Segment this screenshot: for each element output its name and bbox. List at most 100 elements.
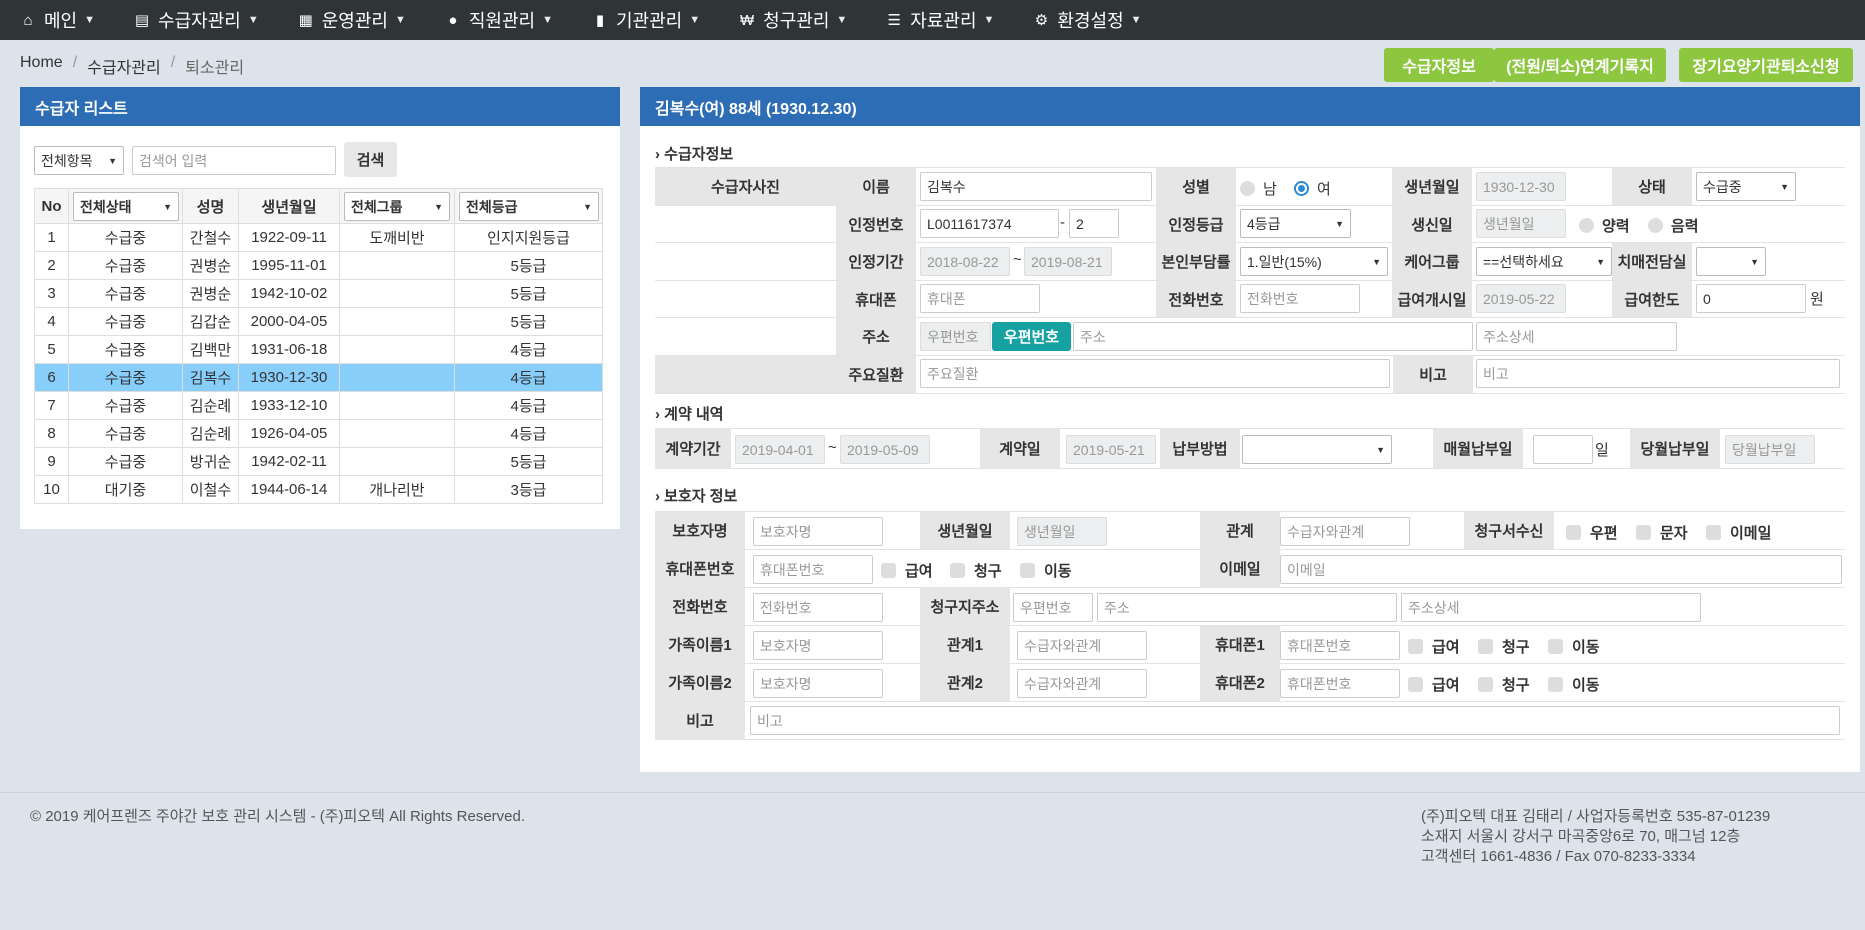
breadcrumb-home[interactable]: Home — [20, 54, 63, 78]
zip-input[interactable]: 우편번호 — [920, 322, 991, 351]
family2-pay-checkbox[interactable]: 급여 — [1408, 674, 1460, 695]
state-select[interactable]: 수급중 ▼ — [1696, 172, 1796, 201]
solar-radio[interactable]: 양력 — [1579, 215, 1630, 236]
family2-name-input[interactable]: 보호자명 — [753, 669, 883, 698]
contract-to-input[interactable]: 2019-05-09 — [840, 435, 930, 464]
cert-from-input[interactable]: 2018-08-22 — [920, 247, 1010, 276]
guardian-move-checkbox[interactable]: 이동 — [1020, 560, 1072, 581]
relation2-input[interactable]: 수급자와관계 — [1017, 669, 1147, 698]
zip-search-button[interactable]: 우편번호 — [992, 322, 1071, 351]
address-detail-input[interactable]: 주소상세 — [1476, 322, 1677, 351]
guardian-birth-input[interactable]: 생년월일 — [1017, 517, 1107, 546]
transfer-record-button[interactable]: (전원/퇴소)연계기록지 — [1494, 48, 1666, 82]
section-label: 보호자 정보 — [664, 488, 738, 505]
table-row[interactable]: 1 수급중 간철수 1922-09-11 도깨비반 인지지원등급 — [34, 223, 603, 252]
bill-email-checkbox[interactable]: 이메일 — [1706, 522, 1771, 543]
cert-no-input[interactable]: L0011617374 — [920, 209, 1059, 238]
guardian-pay-checkbox[interactable]: 급여 — [881, 560, 933, 581]
billing-zip-input[interactable]: 우편번호 — [1013, 593, 1093, 622]
nav-settings[interactable]: ⚙ 환경설정 ▼ — [1013, 0, 1160, 40]
table-row[interactable]: 10 대기중 이철수 1944-06-14 개나리반 3등급 — [34, 475, 603, 504]
nav-data[interactable]: ☰ 자료관리 ▼ — [866, 0, 1013, 40]
nav-recipient[interactable]: ▤ 수급자관리 ▼ — [114, 0, 278, 40]
cert-no2-input[interactable]: 2 — [1069, 209, 1119, 238]
breadcrumb-section[interactable]: 수급자관리 — [87, 54, 161, 78]
family2-move-checkbox[interactable]: 이동 — [1548, 674, 1600, 695]
checkbox-box — [950, 563, 965, 578]
cell-grade: 5등급 — [454, 307, 603, 336]
billing-address-input[interactable]: 주소 — [1097, 593, 1397, 622]
table-row[interactable]: 3 수급중 권병순 1942-10-02 5등급 — [34, 279, 603, 308]
limit-input[interactable]: 0 — [1696, 284, 1806, 313]
label-contract-period: 계약기간 — [655, 429, 731, 468]
col-status-filter[interactable]: 전체상태 ▼ — [68, 188, 183, 224]
gender-female-radio[interactable]: 여 — [1294, 178, 1331, 199]
family1-claim-checkbox[interactable]: 청구 — [1478, 636, 1530, 657]
label-limit: 급여한도 — [1612, 281, 1692, 317]
family1-move-checkbox[interactable]: 이동 — [1548, 636, 1600, 657]
table-row[interactable]: 4 수급중 김갑순 2000-04-05 5등급 — [34, 307, 603, 336]
search-field-select[interactable]: 전체항목 ▼ — [34, 146, 124, 175]
guardian-note-input[interactable]: 비고 — [750, 706, 1840, 735]
radio-circle — [1648, 218, 1663, 233]
mobile1-input[interactable]: 휴대폰번호 — [1280, 631, 1400, 660]
cert-grade-select[interactable]: 4등급 ▼ — [1240, 209, 1351, 238]
payment-method-select[interactable]: ▼ — [1242, 435, 1392, 464]
nav-operation[interactable]: ▦ 운영관리 ▼ — [278, 0, 425, 40]
search-button[interactable]: 검색 — [344, 142, 397, 177]
start-date-input[interactable]: 2019-05-22 — [1476, 284, 1566, 313]
care-group-select[interactable]: ==선택하세요 ▼ — [1476, 247, 1612, 276]
relation1-input[interactable]: 수급자와관계 — [1017, 631, 1147, 660]
col-grade-filter[interactable]: 전체등급 ▼ — [454, 188, 603, 224]
family1-name-input[interactable]: 보호자명 — [753, 631, 883, 660]
phone-input[interactable]: 전화번호 — [1240, 284, 1360, 313]
gender-male-radio[interactable]: 남 — [1240, 178, 1277, 199]
caret-down-icon: ▼ — [163, 201, 172, 212]
email-input[interactable]: 이메일 — [1280, 555, 1842, 584]
cert-to-input[interactable]: 2019-08-21 — [1024, 247, 1112, 276]
disease-input[interactable]: 주요질환 — [920, 359, 1390, 388]
ltc-discharge-button[interactable]: 장기요양기관퇴소신청 — [1679, 48, 1853, 82]
billing-address-detail-input[interactable]: 주소상세 — [1401, 593, 1701, 622]
guardian-phone-input[interactable]: 전화번호 — [753, 593, 883, 622]
note-input[interactable]: 비고 — [1476, 359, 1840, 388]
nav-main[interactable]: ⌂ 메인 ▼ — [0, 0, 114, 40]
radio-label: 여 — [1317, 181, 1331, 198]
mobile-input[interactable]: 휴대폰 — [920, 284, 1040, 313]
table-row[interactable]: 8 수급중 김순례 1926-04-05 4등급 — [34, 419, 603, 448]
recipient-info-button[interactable]: 수급자정보 — [1384, 48, 1494, 82]
table-row[interactable]: 9 수급중 방귀순 1942-02-11 5등급 — [34, 447, 603, 476]
monthly-day-input[interactable] — [1533, 435, 1593, 464]
family2-claim-checkbox[interactable]: 청구 — [1478, 674, 1530, 695]
search-input[interactable]: 검색어 입력 — [132, 146, 336, 175]
relation-input[interactable]: 수급자와관계 — [1280, 517, 1410, 546]
guardian-name-input[interactable]: 보호자명 — [753, 517, 883, 546]
contract-from-input[interactable]: 2019-04-01 — [735, 435, 825, 464]
nav-billing[interactable]: ₩ 청구관리 ▼ — [719, 0, 866, 40]
table-row[interactable]: 2 수급중 권병순 1995-11-01 5등급 — [34, 251, 603, 280]
guardian-mobile-input[interactable]: 휴대폰번호 — [753, 555, 873, 584]
table-row[interactable]: 5 수급중 김백만 1931-06-18 4등급 — [34, 335, 603, 364]
table-row[interactable]: 6 수급중 김복수 1930-12-30 4등급 — [34, 363, 603, 392]
bill-sms-checkbox[interactable]: 문자 — [1636, 522, 1688, 543]
mobile2-input[interactable]: 휴대폰번호 — [1280, 669, 1400, 698]
copay-select[interactable]: 1.일반(15%) ▼ — [1240, 247, 1388, 276]
name-input[interactable]: 김복수 — [920, 172, 1152, 201]
contract-date-input[interactable]: 2019-05-21 — [1066, 435, 1156, 464]
dementia-select[interactable]: ▼ — [1696, 247, 1766, 276]
lunar-radio[interactable]: 음력 — [1648, 215, 1699, 236]
cell-group — [339, 251, 455, 280]
current-day-input[interactable]: 당월납부일 — [1725, 435, 1815, 464]
label-cert-period: 인정기간 — [836, 243, 916, 280]
bill-post-checkbox[interactable]: 우편 — [1566, 522, 1618, 543]
table-row[interactable]: 7 수급중 김순례 1933-12-10 4등급 — [34, 391, 603, 420]
chevron-down-icon: ▼ — [689, 14, 701, 26]
nav-staff[interactable]: ● 직원관리 ▼ — [425, 0, 572, 40]
family1-pay-checkbox[interactable]: 급여 — [1408, 636, 1460, 657]
birth-input[interactable]: 1930-12-30 — [1476, 172, 1566, 201]
nav-institution[interactable]: ▮ 기관관리 ▼ — [572, 0, 719, 40]
col-group-filter[interactable]: 전체그룹 ▼ — [339, 188, 455, 224]
guardian-claim-checkbox[interactable]: 청구 — [950, 560, 1002, 581]
address-input[interactable]: 주소 — [1073, 322, 1473, 351]
birthday-input[interactable]: 생년월일 — [1476, 209, 1566, 238]
